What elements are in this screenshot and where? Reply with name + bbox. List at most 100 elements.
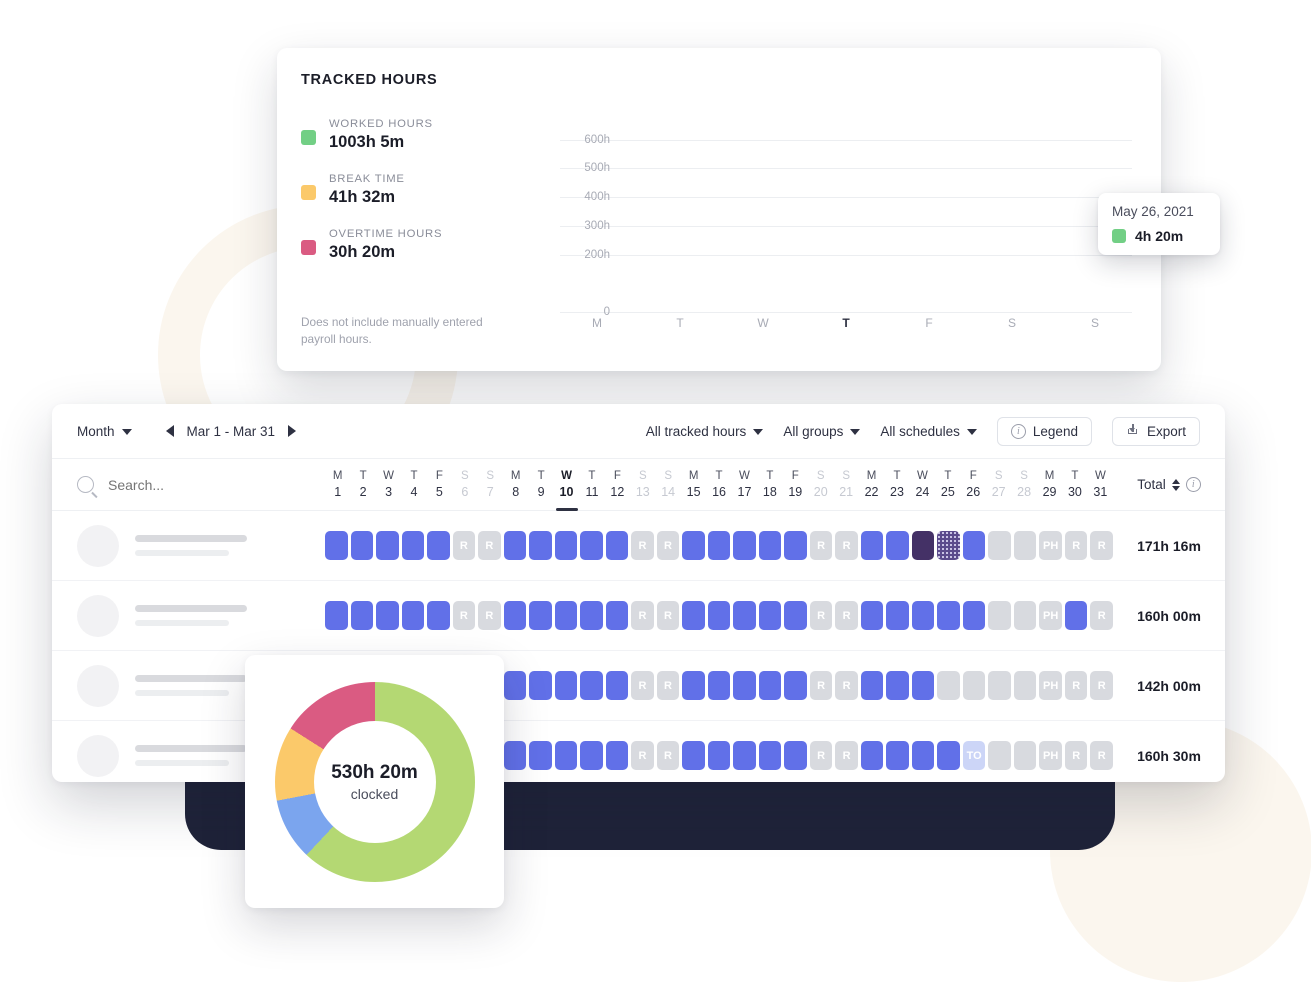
shift-cell[interactable] [733, 671, 756, 700]
shift-cell[interactable] [758, 741, 782, 770]
day-header-cell[interactable]: S 14 [655, 459, 680, 510]
shift-cell[interactable] [376, 531, 399, 560]
shift-cell[interactable] [988, 671, 1011, 700]
shift-cell[interactable] [733, 531, 756, 560]
shift-cell[interactable]: PH [1039, 601, 1062, 630]
filter-groups[interactable]: All groups [783, 424, 861, 439]
shift-cell[interactable] [682, 531, 705, 560]
shift-cell[interactable] [758, 531, 782, 560]
shift-cell[interactable] [733, 601, 756, 630]
shift-cell[interactable]: R [809, 671, 833, 700]
shift-cell[interactable] [401, 601, 425, 630]
shift-cell[interactable] [937, 671, 960, 700]
shift-cell[interactable] [529, 671, 552, 700]
day-header-cell[interactable]: T 18 [757, 459, 782, 510]
day-header-cell[interactable]: S 28 [1011, 459, 1036, 510]
shift-cell[interactable] [350, 601, 374, 630]
shift-cell[interactable] [962, 601, 986, 630]
shift-cell[interactable]: PH [1039, 741, 1062, 770]
shift-cell[interactable] [503, 671, 527, 700]
shift-cell[interactable]: R [1090, 741, 1113, 770]
day-header-cell[interactable]: M1 [325, 459, 350, 510]
shift-cell[interactable]: R [835, 741, 858, 770]
shift-cell[interactable] [529, 531, 552, 560]
shift-cell[interactable] [937, 531, 960, 560]
shift-cell[interactable] [707, 741, 731, 770]
day-header-cell[interactable]: T 16 [706, 459, 731, 510]
table-row[interactable]: RRRRRRTOPHRR160h 30m [52, 721, 1225, 782]
info-icon[interactable]: i [1185, 477, 1201, 492]
day-header-cell[interactable]: T 25 [935, 459, 960, 510]
shift-cell[interactable]: R [631, 671, 654, 700]
shift-cell[interactable] [886, 601, 909, 630]
shift-cell[interactable] [886, 671, 909, 700]
shift-cell[interactable] [325, 531, 348, 560]
day-header-cell[interactable]: W 24 [910, 459, 935, 510]
shift-cell[interactable] [707, 671, 731, 700]
shift-cell[interactable] [784, 671, 807, 700]
shift-cell[interactable] [911, 671, 935, 700]
filter-schedules[interactable]: All schedules [880, 424, 977, 439]
day-header-cell[interactable]: S 13 [630, 459, 655, 510]
shift-cell[interactable] [1013, 741, 1037, 770]
shift-cell[interactable]: R [1090, 601, 1113, 630]
shift-cell[interactable]: R [631, 531, 654, 560]
day-header-cell[interactable]: W 10 [554, 459, 579, 510]
day-header-cell[interactable]: S7 [478, 459, 503, 510]
shift-cell[interactable] [988, 601, 1011, 630]
shift-cell[interactable] [605, 601, 629, 630]
day-header-cell[interactable]: W 31 [1088, 459, 1113, 510]
shift-cell[interactable] [860, 601, 884, 630]
day-header-cell[interactable]: W3 [376, 459, 401, 510]
shift-cell[interactable] [1013, 601, 1037, 630]
shift-cell[interactable]: R [835, 531, 858, 560]
shift-cell[interactable]: R [809, 601, 833, 630]
export-button[interactable]: Export [1111, 416, 1200, 446]
shift-cell[interactable] [503, 531, 527, 560]
shift-cell[interactable] [758, 601, 782, 630]
shift-cell[interactable] [682, 741, 705, 770]
shift-cell[interactable] [707, 601, 731, 630]
day-header-cell[interactable]: T 23 [884, 459, 909, 510]
shift-cell[interactable] [1013, 671, 1037, 700]
shift-cell[interactable]: R [835, 601, 858, 630]
shift-cell[interactable] [605, 671, 629, 700]
shift-cell[interactable] [682, 671, 705, 700]
shift-cell[interactable] [427, 601, 450, 630]
day-header-cell[interactable]: S6 [452, 459, 477, 510]
shift-cell[interactable]: R [835, 671, 858, 700]
shift-cell[interactable]: R [656, 531, 680, 560]
previous-period-button[interactable] [165, 425, 174, 437]
shift-cell[interactable] [503, 741, 527, 770]
day-header-cell[interactable]: T 30 [1062, 459, 1087, 510]
shift-cell[interactable] [733, 741, 756, 770]
shift-cell[interactable]: R [1090, 671, 1113, 700]
shift-cell[interactable] [580, 531, 603, 560]
shift-cell[interactable]: PH [1039, 531, 1062, 560]
next-period-button[interactable] [288, 425, 297, 437]
shift-cell[interactable]: R [478, 531, 501, 560]
day-header-cell[interactable]: F5 [427, 459, 452, 510]
shift-cell[interactable] [605, 531, 629, 560]
shift-cell[interactable] [1064, 601, 1088, 630]
shift-cell[interactable]: PH [1039, 671, 1062, 700]
total-column-header[interactable]: Total i [1113, 459, 1225, 510]
day-header-cell[interactable]: T9 [528, 459, 553, 510]
shift-cell[interactable] [962, 671, 986, 700]
period-selector[interactable]: Month [77, 424, 132, 439]
shift-cell[interactable] [682, 601, 705, 630]
shift-cell[interactable] [860, 741, 884, 770]
shift-cell[interactable] [529, 601, 552, 630]
shift-cell[interactable] [784, 741, 807, 770]
shift-cell[interactable] [580, 671, 603, 700]
shift-cell[interactable]: R [478, 601, 501, 630]
shift-cell[interactable]: R [631, 741, 654, 770]
shift-cell[interactable] [860, 531, 884, 560]
shift-cell[interactable]: TO [962, 741, 986, 770]
shift-cell[interactable] [937, 741, 960, 770]
shift-cell[interactable] [784, 601, 807, 630]
shift-cell[interactable]: R [1064, 741, 1088, 770]
shift-cell[interactable]: R [656, 671, 680, 700]
shift-cell[interactable]: R [1064, 531, 1088, 560]
shift-cell[interactable]: R [631, 601, 654, 630]
